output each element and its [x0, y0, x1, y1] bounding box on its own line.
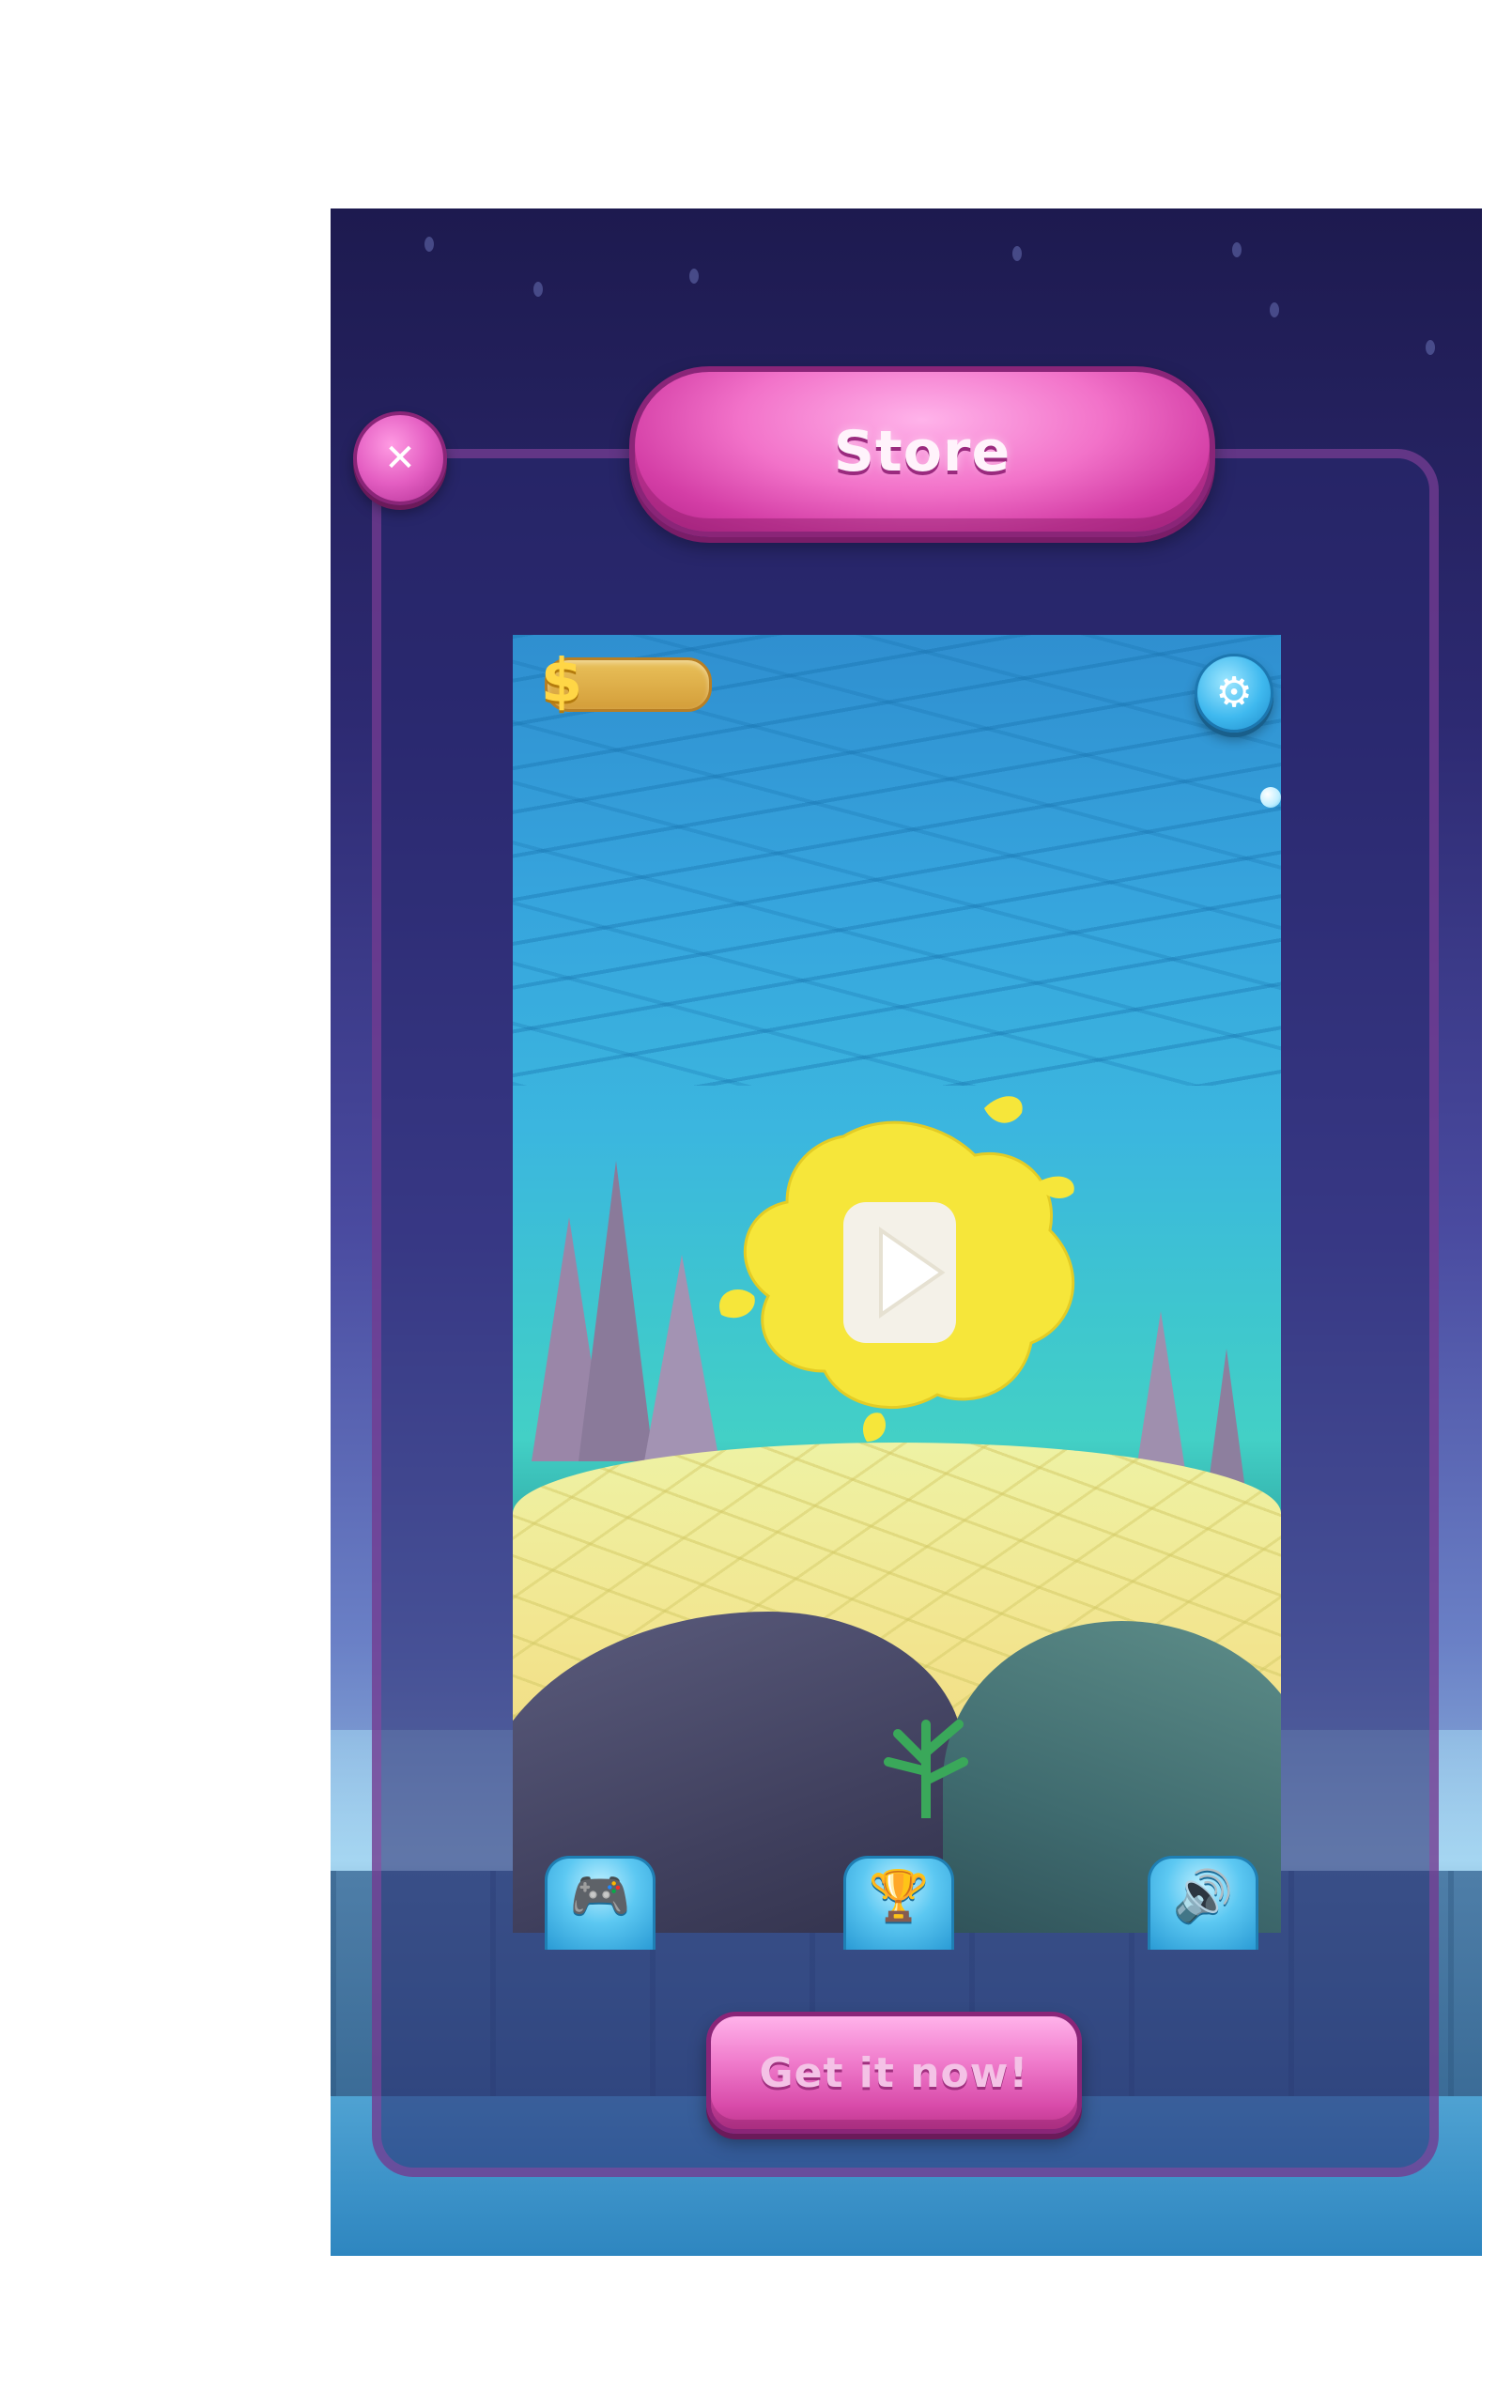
seaweed	[884, 1720, 968, 1818]
store-title-banner: Store	[629, 366, 1215, 537]
store-title: Store	[833, 419, 1011, 485]
sound-button[interactable]: 🔊	[1148, 1856, 1258, 1950]
trophy-icon: 🏆	[868, 1868, 930, 1924]
settings-button[interactable]: ⚙	[1195, 654, 1273, 733]
gamepad-button[interactable]: 🎮	[545, 1856, 656, 1950]
play-button[interactable]	[702, 1071, 1106, 1465]
play-splat-drop	[719, 1289, 755, 1319]
speaker-icon: 🔊	[1172, 1868, 1234, 1924]
play-splat-drop	[984, 1096, 1023, 1123]
page: Store ✕ $ ⚙ 🎮 🏆 🔊 Get it now!	[0, 0, 1512, 2408]
gear-icon: ⚙	[1215, 669, 1253, 717]
trophy-button[interactable]: 🏆	[843, 1856, 954, 1950]
play-splat-drop	[862, 1412, 886, 1442]
bubble	[1260, 787, 1281, 808]
preview-coral-spire	[579, 1161, 654, 1461]
close-button[interactable]: ✕	[353, 411, 447, 505]
close-icon: ✕	[384, 437, 416, 480]
get-it-now-button[interactable]: Get it now!	[706, 2012, 1082, 2134]
dollar-coin-icon: $	[540, 647, 583, 717]
get-it-now-label: Get it now!	[759, 2048, 1029, 2097]
gamepad-icon: 🎮	[569, 1868, 631, 1924]
